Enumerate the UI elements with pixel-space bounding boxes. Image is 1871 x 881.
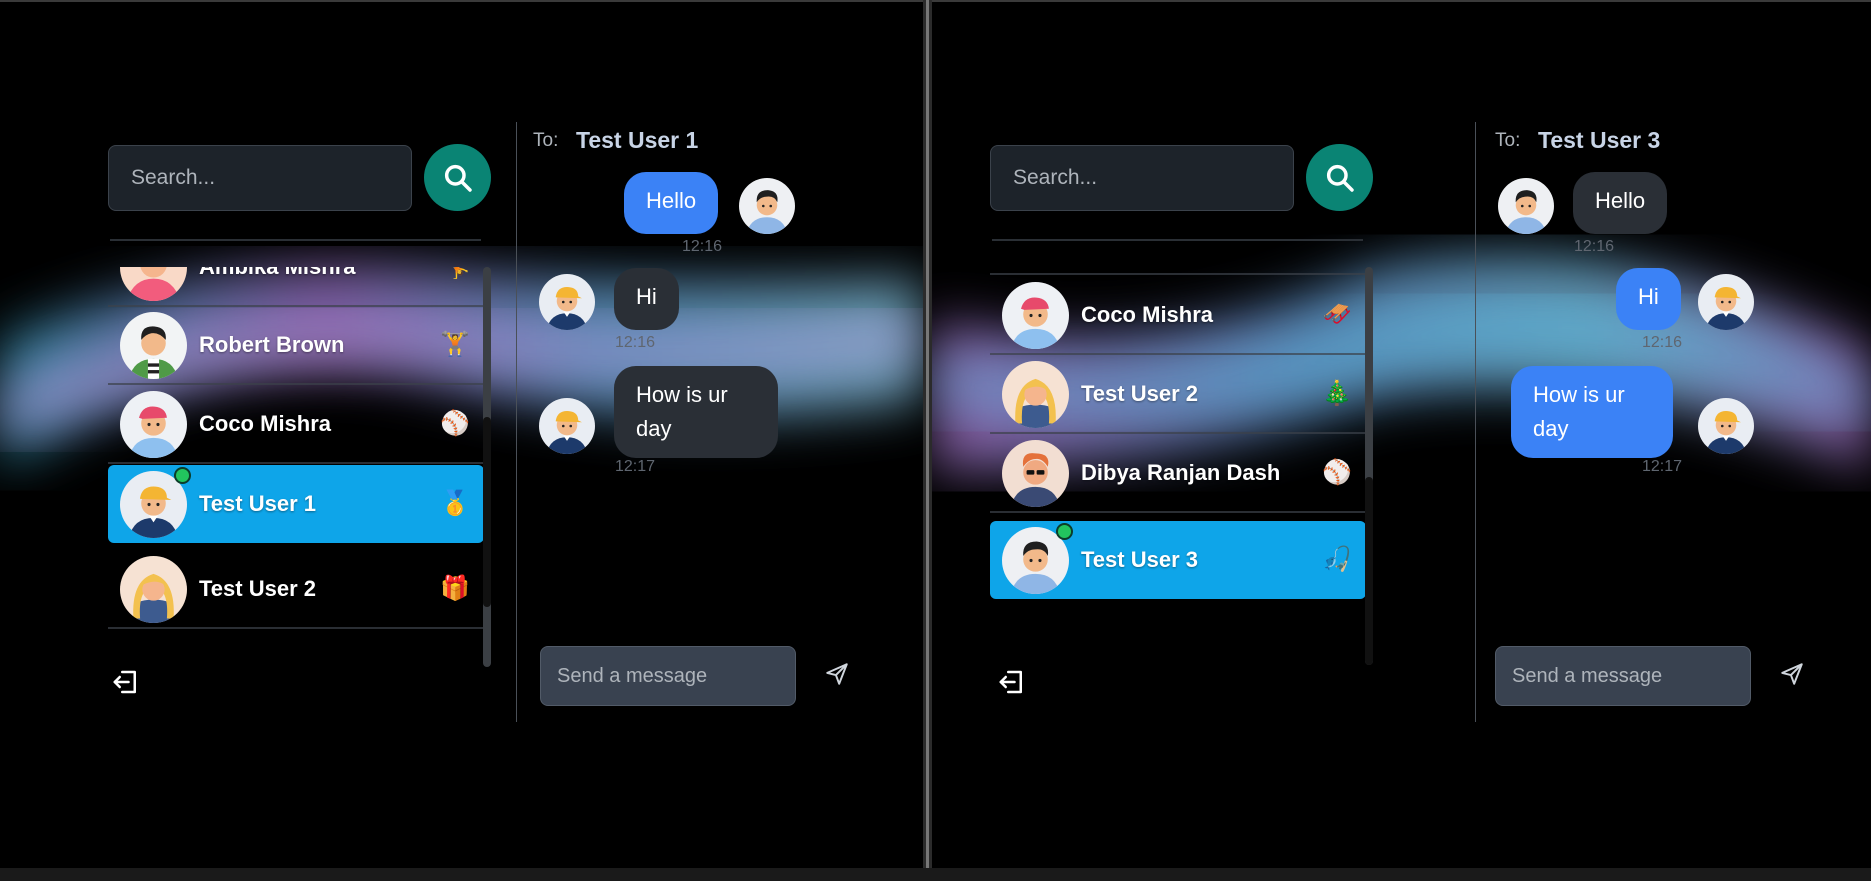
avatar: [1002, 361, 1069, 428]
contact-item[interactable]: Ambika Mishra 🤸: [108, 267, 484, 307]
contact-emoji: 🎣: [1322, 546, 1352, 573]
contact-item[interactable]: Test User 2 🎄: [990, 356, 1366, 434]
contact-emoji: 🎁: [440, 575, 470, 602]
message-input[interactable]: [555, 663, 824, 689]
avatar: [739, 178, 795, 234]
contact-item-active[interactable]: Test User 3 🎣: [990, 521, 1366, 599]
scrollbar[interactable]: [1365, 267, 1373, 665]
contact-name: Test User 2: [199, 576, 316, 601]
scrollbar-thumb[interactable]: [483, 417, 491, 607]
avatar: [120, 267, 187, 301]
contact-item[interactable]: [990, 267, 1366, 275]
contact-name: Dibya Ranjan Dash: [1081, 460, 1281, 485]
window-divider: [923, 0, 932, 881]
to-label: To:: [1495, 130, 1521, 151]
message-bubble: Hello: [1573, 172, 1668, 234]
contact-item[interactable]: Dibya Ranjan Dash ⚾: [990, 435, 1366, 513]
message-input[interactable]: [1510, 663, 1779, 689]
contact-item[interactable]: Test User 2 🎁: [108, 551, 484, 629]
send-icon: [826, 662, 848, 685]
contact-item-active[interactable]: Test User 1 🥇: [108, 465, 484, 543]
send-button[interactable]: [1779, 661, 1805, 692]
search-button[interactable]: [424, 144, 491, 211]
online-indicator: [174, 467, 191, 484]
search-input[interactable]: [108, 144, 412, 211]
contact-name: Robert Brown: [199, 332, 345, 357]
contact-name: Test User 2: [1081, 381, 1198, 406]
window-top-border: [0, 0, 923, 2]
contact-list[interactable]: Coco Mishra 🛷 Test User 2 🎄 Dibya Ranjan…: [990, 267, 1366, 657]
contact-item[interactable]: Coco Mishra ⚾: [108, 386, 484, 464]
chat-panel: To: Test User 3 Hello 12:16 Hi 12:16 How…: [1476, 122, 1803, 722]
contact-name: Test User 3: [1081, 547, 1198, 572]
to-label: To:: [533, 130, 559, 151]
contact-emoji: 🎄: [1322, 380, 1352, 407]
message-composer: [540, 646, 848, 706]
logout-button[interactable]: [997, 667, 1027, 702]
contact-emoji: 🤸: [440, 267, 470, 282]
contact-list[interactable]: Ambika Mishra 🤸 Robert Brown 🏋️ Coco Mis…: [108, 267, 484, 667]
contact-name: Ambika Mishra: [199, 267, 440, 280]
window-top-border: [932, 0, 1871, 2]
contact-emoji: 🛷: [1322, 301, 1352, 328]
contact-name: Coco Mishra: [199, 411, 332, 436]
avatar: [120, 556, 187, 623]
search-input[interactable]: [990, 144, 1294, 211]
message-composer: [1495, 646, 1803, 706]
recipient-name: Test User 3: [1538, 127, 1661, 153]
contact-emoji: ⚾: [440, 410, 470, 437]
avatar: [1698, 274, 1754, 330]
avatar: [1002, 282, 1069, 349]
contact-name: Test User 1: [199, 491, 316, 516]
message-time: 12:16: [1574, 238, 1615, 255]
chat-panel: To: Test User 1 Hello 12:16 Hi 12:16 How…: [517, 122, 848, 722]
contact-emoji: 🏋️: [440, 331, 470, 358]
avatar: [1698, 398, 1754, 454]
logout-icon: [999, 670, 1022, 694]
search-button[interactable]: [1306, 144, 1373, 211]
message-bubble: Hi: [1616, 268, 1681, 330]
contact-item[interactable]: Coco Mishra 🛷: [990, 277, 1366, 355]
message-bubble: How is ur day: [1511, 366, 1673, 458]
scrollbar-thumb[interactable]: [1365, 477, 1373, 665]
contact-name: Coco Mishra: [1081, 302, 1214, 327]
message-time: 12:17: [1642, 458, 1683, 475]
send-icon: [1781, 662, 1803, 685]
divider: [992, 239, 1363, 241]
logout-button[interactable]: [111, 667, 141, 702]
contact-emoji: ⚾: [1322, 459, 1352, 486]
avatar: [120, 312, 187, 379]
recipient-name: Test User 1: [576, 127, 699, 153]
message-bubble: Hello: [624, 172, 719, 234]
search-icon: [1326, 164, 1354, 192]
scrollbar[interactable]: [483, 267, 491, 667]
online-indicator: [1056, 523, 1073, 540]
avatar: [539, 398, 595, 454]
avatar: [120, 391, 187, 458]
message-bubble: How is ur day: [614, 366, 778, 458]
avatar: [1002, 440, 1069, 507]
left-window: Ambika Mishra 🤸 Robert Brown 🏋️ Coco Mis…: [0, 0, 923, 868]
sidebar: Coco Mishra 🛷 Test User 2 🎄 Dibya Ranjan…: [967, 122, 1373, 722]
search-row: [990, 144, 1373, 211]
sidebar: Ambika Mishra 🤸 Robert Brown 🏋️ Coco Mis…: [85, 122, 491, 722]
avatar: [539, 274, 595, 330]
logout-icon: [113, 670, 136, 694]
search-icon: [444, 164, 472, 192]
right-window: Coco Mishra 🛷 Test User 2 🎄 Dibya Ranjan…: [932, 0, 1871, 868]
message-time: 12:16: [682, 238, 723, 255]
taskbar-strip: [0, 868, 1871, 881]
avatar: [1498, 178, 1554, 234]
message-time: 12:17: [615, 458, 656, 475]
message-bubble: Hi: [614, 268, 679, 330]
search-row: [108, 144, 491, 211]
divider: [110, 239, 481, 241]
contact-emoji: 🥇: [440, 490, 470, 517]
message-time: 12:16: [1642, 334, 1683, 351]
message-time: 12:16: [615, 334, 656, 351]
send-button[interactable]: [824, 661, 850, 692]
contact-item[interactable]: Robert Brown 🏋️: [108, 307, 484, 385]
